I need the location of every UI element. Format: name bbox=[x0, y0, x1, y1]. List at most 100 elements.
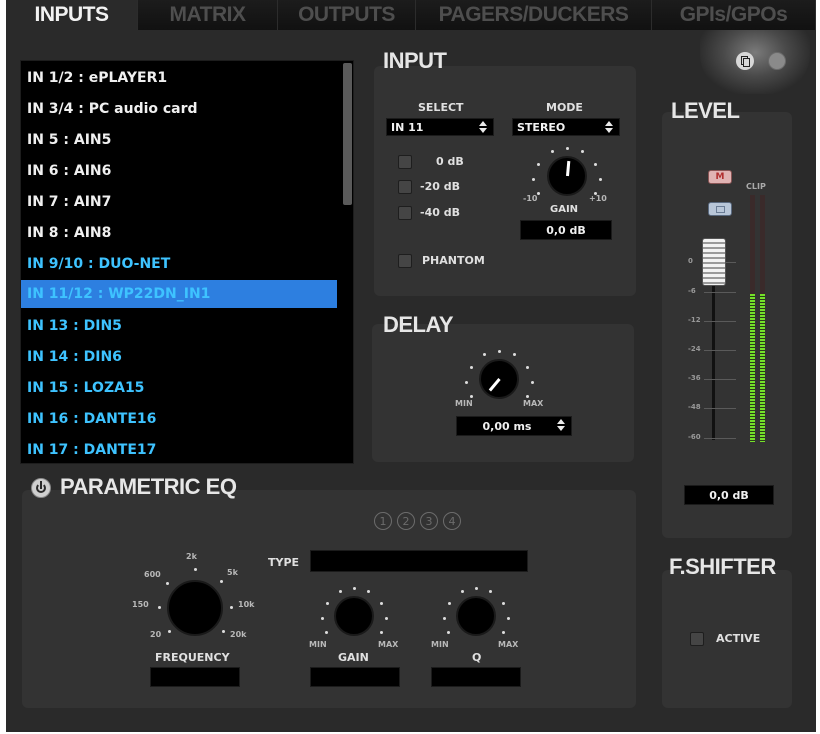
phase-button[interactable] bbox=[708, 202, 732, 216]
gain-min-label: -10 bbox=[523, 194, 538, 203]
eq-q-label: Q bbox=[472, 651, 482, 664]
level-meter bbox=[748, 195, 770, 442]
fader-scale-tick bbox=[704, 350, 736, 351]
eq-type-field[interactable] bbox=[310, 550, 528, 572]
phantom-label: PHANTOM bbox=[422, 254, 485, 267]
select-value: IN 11 bbox=[391, 120, 424, 134]
freq-scale-2k: 2k bbox=[186, 552, 197, 561]
list-item[interactable]: IN 5 : AIN5 bbox=[21, 127, 337, 153]
list-scroll-thumb[interactable] bbox=[343, 63, 352, 205]
list-item[interactable]: IN 13 : DIN5 bbox=[21, 313, 337, 339]
tab-gpis-gpos[interactable]: GPIs/GPOs bbox=[652, 0, 816, 30]
fader-scale-tick bbox=[704, 408, 736, 409]
tab-bar: INPUTS MATRIX OUTPUTS PAGERS/DUCKERS GPI… bbox=[6, 0, 816, 30]
atten-40db-checkbox[interactable] bbox=[398, 206, 412, 220]
fader-scale-label: -60 bbox=[688, 433, 701, 441]
atten-40db-label: -40 dB bbox=[420, 206, 460, 219]
list-item[interactable]: IN 8 : AIN8 bbox=[21, 220, 337, 246]
fshifter-active-checkbox[interactable] bbox=[690, 632, 704, 646]
delay-max-label: MAX bbox=[523, 399, 544, 408]
fader-scale-tick bbox=[704, 292, 736, 293]
fshifter-active-label: ACTIVE bbox=[716, 632, 761, 645]
eq-band-2[interactable]: 2 bbox=[397, 512, 415, 530]
list-item[interactable]: IN 3/4 : PC audio card bbox=[21, 96, 337, 122]
mute-button[interactable]: M bbox=[708, 170, 732, 184]
select-label: SELECT bbox=[418, 101, 464, 114]
freq-scale-5k: 5k bbox=[227, 568, 238, 577]
eq-frequency-knob[interactable] bbox=[167, 580, 223, 636]
fader-scale-tick bbox=[704, 379, 736, 380]
freq-scale-600: 600 bbox=[144, 570, 161, 579]
eq-band-3[interactable]: 3 bbox=[420, 512, 438, 530]
level-value[interactable]: 0,0 dB bbox=[684, 485, 774, 505]
input-list[interactable]: IN 1/2 : ePLAYER1 IN 3/4 : PC audio card… bbox=[20, 60, 354, 464]
input-gain-knob[interactable] bbox=[547, 156, 587, 196]
fader-scale-tick bbox=[704, 321, 736, 322]
eq-gain-max-label: MAX bbox=[378, 640, 399, 649]
atten-0db-checkbox[interactable] bbox=[398, 155, 412, 169]
delay-value-field[interactable]: 0,00 ms bbox=[456, 416, 572, 436]
fader-scale-label: -6 bbox=[688, 287, 696, 295]
mode-arrow-icon bbox=[605, 121, 613, 133]
input-title: INPUT bbox=[383, 48, 447, 73]
atten-0db-label: 0 dB bbox=[436, 155, 464, 168]
eq-band-1[interactable]: 1 bbox=[374, 512, 392, 530]
fader-scale-label: 0 bbox=[688, 257, 693, 265]
freq-scale-10k: 10k bbox=[238, 600, 255, 609]
eq-q-min-label: MIN bbox=[431, 640, 449, 649]
phantom-checkbox[interactable] bbox=[398, 254, 412, 268]
level-fader[interactable] bbox=[702, 238, 726, 286]
list-item[interactable]: IN 9/10 : DUO-NET bbox=[21, 251, 337, 277]
tab-pagers-duckers[interactable]: PAGERS/DUCKERS bbox=[416, 0, 652, 30]
fader-scale-label: -36 bbox=[688, 374, 701, 382]
list-item[interactable]: IN 6 : AIN6 bbox=[21, 158, 337, 184]
delay-min-label: MIN bbox=[455, 399, 473, 408]
list-item[interactable]: IN 14 : DIN6 bbox=[21, 344, 337, 370]
eq-title: PARAMETRIC EQ bbox=[60, 474, 237, 499]
copy-icon[interactable] bbox=[736, 52, 754, 70]
list-item[interactable]: IN 7 : AIN7 bbox=[21, 189, 337, 215]
list-item[interactable]: IN 16 : DANTE16 bbox=[21, 406, 337, 432]
tab-outputs[interactable]: OUTPUTS bbox=[278, 0, 416, 30]
list-item-selected[interactable]: IN 11/12 : WP22DN_IN1 bbox=[21, 280, 337, 308]
phase-icon bbox=[715, 205, 725, 213]
eq-frequency-label: FREQUENCY bbox=[155, 651, 230, 664]
eq-frequency-value[interactable] bbox=[150, 667, 240, 687]
freq-scale-150: 150 bbox=[132, 600, 149, 609]
delay-knob[interactable] bbox=[479, 359, 519, 399]
select-arrow-icon bbox=[479, 121, 487, 133]
select-dropdown[interactable]: IN 11 bbox=[386, 118, 494, 136]
eq-power-icon[interactable] bbox=[31, 478, 51, 498]
eq-band-4[interactable]: 4 bbox=[443, 512, 461, 530]
input-panel bbox=[374, 66, 636, 296]
level-title: LEVEL bbox=[671, 98, 740, 123]
eq-gain-min-label: MIN bbox=[309, 640, 327, 649]
mode-value: STEREO bbox=[517, 120, 566, 134]
clip-label: CLIP bbox=[746, 182, 766, 191]
eq-q-value[interactable] bbox=[431, 667, 521, 687]
atten-20db-label: -20 dB bbox=[420, 180, 460, 193]
fader-scale-label: -12 bbox=[688, 316, 701, 324]
list-item[interactable]: IN 17 : DANTE17 bbox=[21, 437, 337, 463]
tab-matrix[interactable]: MATRIX bbox=[138, 0, 278, 30]
eq-q-knob[interactable] bbox=[456, 596, 496, 636]
mode-label: MODE bbox=[546, 101, 583, 114]
eq-gain-label: GAIN bbox=[338, 651, 369, 664]
fader-scale-label: -48 bbox=[688, 403, 701, 411]
tab-inputs[interactable]: INPUTS bbox=[6, 0, 138, 30]
list-item[interactable]: IN 1/2 : ePLAYER1 bbox=[21, 65, 337, 91]
gain-max-label: +10 bbox=[589, 194, 607, 203]
paste-icon[interactable] bbox=[768, 52, 786, 70]
mode-dropdown[interactable]: STEREO bbox=[512, 118, 620, 136]
eq-gain-value[interactable] bbox=[310, 667, 400, 687]
input-gain-value[interactable]: 0,0 dB bbox=[520, 220, 612, 240]
list-item[interactable]: IN 15 : LOZA15 bbox=[21, 375, 337, 401]
input-gain-label: GAIN bbox=[550, 204, 579, 215]
copy-paste-area bbox=[700, 30, 810, 94]
delay-stepper-icon[interactable] bbox=[557, 419, 565, 431]
delay-title: DELAY bbox=[383, 312, 454, 337]
eq-gain-knob[interactable] bbox=[334, 596, 374, 636]
atten-20db-checkbox[interactable] bbox=[398, 180, 412, 194]
fshifter-title: F.SHIFTER bbox=[669, 554, 776, 579]
eq-type-label: TYPE bbox=[268, 556, 300, 569]
